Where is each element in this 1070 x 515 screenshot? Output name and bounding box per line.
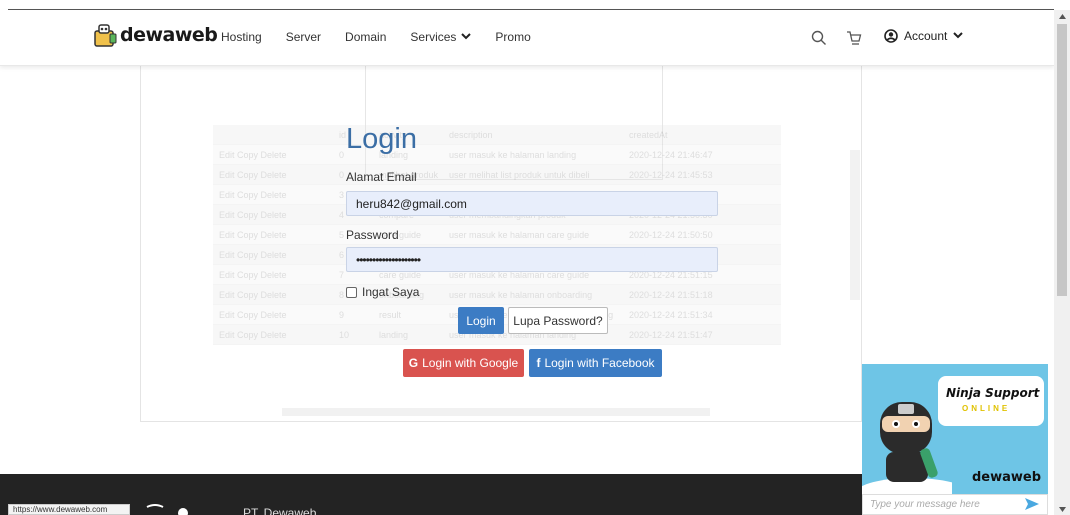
- background-table-row: Edit Copy Delete 0 melihat produk user meli…: [213, 165, 781, 185]
- chevron-down-icon: [953, 31, 964, 42]
- background-table-cell: Edit Copy Delete: [219, 249, 287, 260]
- nav-item-promo[interactable]: Promo: [495, 30, 530, 44]
- google-login-button[interactable]: G Login with Google: [403, 349, 524, 377]
- footer-company: PT. Dewaweb: [243, 506, 317, 515]
- remember-row: Ingat Saya: [346, 285, 419, 299]
- background-table-cell: 2020-12-24 21:46:47: [629, 149, 713, 160]
- background-table-header: id activity description createdAt: [213, 125, 781, 145]
- background-scrollbar: [850, 150, 860, 300]
- chat-message-input[interactable]: Type your message here: [862, 494, 1048, 515]
- background-table-cell: user masuk ke halaman onboarding: [449, 289, 593, 300]
- background-table-cell: landing: [379, 329, 409, 340]
- background-table-cell: 9: [339, 309, 345, 320]
- search-icon[interactable]: [810, 29, 828, 47]
- login-button[interactable]: Login: [458, 307, 504, 334]
- password-field[interactable]: ••••••••••••••••••••: [346, 247, 718, 272]
- background-table-cell: Edit Copy Delete: [219, 149, 287, 160]
- background-table-row: Edit Copy Delete 0 landing user masuk ke ha…: [213, 145, 781, 165]
- facebook-icon: f: [536, 356, 541, 370]
- nav-item-services-label: Services: [410, 30, 457, 44]
- scroll-up-icon[interactable]: [1059, 14, 1066, 19]
- nav-item-hosting[interactable]: Hosting: [221, 30, 262, 44]
- cart-icon[interactable]: [845, 29, 863, 47]
- logo-text: dewaweb: [120, 24, 218, 46]
- background-table-cell: Edit Copy Delete: [219, 289, 287, 300]
- background-table-cell: Edit Copy Delete: [219, 169, 287, 180]
- account-menu[interactable]: Account: [884, 29, 964, 43]
- nav-item-services[interactable]: Services: [410, 30, 472, 44]
- background-table-cell: Edit Copy Delete: [219, 229, 287, 240]
- nav-item-server[interactable]: Server: [286, 30, 321, 44]
- background-table-cell: Edit Copy Delete: [219, 329, 287, 340]
- chevron-down-icon: [461, 32, 472, 43]
- main-nav: Hosting Server Domain Services Promo: [221, 30, 555, 44]
- background-table-cell: 2020-12-24 21:45:53: [629, 169, 713, 180]
- ninja-mascot-icon: [862, 402, 952, 494]
- background-table-cell: Edit Copy Delete: [219, 269, 287, 280]
- send-icon[interactable]: [1024, 497, 1040, 511]
- background-table-header-cell: description: [449, 129, 493, 140]
- background-table-cell: user melihat list produk untuk dibeli: [449, 169, 590, 180]
- background-table-cell: 2020-12-24 21:51:18: [629, 289, 713, 300]
- background-hscrollbar: [282, 408, 710, 416]
- background-table-cell: 2020-12-24 21:51:34: [629, 309, 713, 320]
- chat-widget[interactable]: Ninja Support ONLINE dewaweb: [862, 364, 1048, 494]
- google-icon: G: [408, 356, 419, 370]
- google-login-label: Login with Google: [422, 356, 519, 370]
- background-table-cell: Edit Copy Delete: [219, 209, 287, 220]
- background-table-header-cell: createdAt: [629, 129, 668, 140]
- background-table-cell: 10: [339, 329, 350, 340]
- site-logo[interactable]: dewaweb: [92, 22, 218, 48]
- page-scrollbar-thumb[interactable]: [1057, 24, 1067, 296]
- background-table-cell: 2020-12-24 21:51:47: [629, 329, 713, 340]
- user-circle-icon: [884, 29, 898, 43]
- account-label: Account: [904, 29, 948, 43]
- remember-checkbox[interactable]: [346, 286, 357, 298]
- background-table-cell: user masuk ke halaman landing: [449, 149, 577, 160]
- chat-widget-brand: dewaweb: [972, 470, 1042, 485]
- email-label: Alamat Email: [346, 170, 417, 184]
- email-field[interactable]: heru842@gmail.com: [346, 191, 718, 216]
- site-header: dewaweb Hosting Server Domain Services P…: [0, 10, 1054, 66]
- password-label: Password: [346, 228, 399, 242]
- login-title: Login: [346, 123, 417, 155]
- background-table-cell: user masuk ke halaman care guide: [449, 229, 590, 240]
- footer-logo-icon: [146, 504, 188, 515]
- scroll-down-icon[interactable]: [1059, 507, 1066, 512]
- background-table-cell: 2020-12-24 21:50:50: [629, 229, 713, 240]
- facebook-login-label: Login with Facebook: [544, 356, 655, 370]
- facebook-login-button[interactable]: f Login with Facebook: [529, 349, 662, 377]
- chat-widget-bubble: [938, 376, 1044, 426]
- background-table-row: Edit Copy Delete 5 care guide user masuk ke…: [213, 225, 781, 245]
- background-table-cell: Edit Copy Delete: [219, 309, 287, 320]
- background-table-row: Edit Copy Delete 8 onboarding user masuk ke…: [213, 285, 781, 305]
- chat-widget-title: Ninja Support: [946, 386, 1040, 400]
- chat-widget-status: ONLINE: [962, 404, 1011, 413]
- remember-label[interactable]: Ingat Saya: [362, 285, 419, 299]
- status-bar-url: https://www.dewaweb.com: [8, 504, 130, 515]
- nav-item-domain[interactable]: Domain: [345, 30, 386, 44]
- logo-mark-icon: [94, 24, 117, 47]
- background-table-cell: result: [379, 309, 402, 320]
- forgot-password-button[interactable]: Lupa Password?: [508, 307, 608, 334]
- background-table-cell: Edit Copy Delete: [219, 189, 287, 200]
